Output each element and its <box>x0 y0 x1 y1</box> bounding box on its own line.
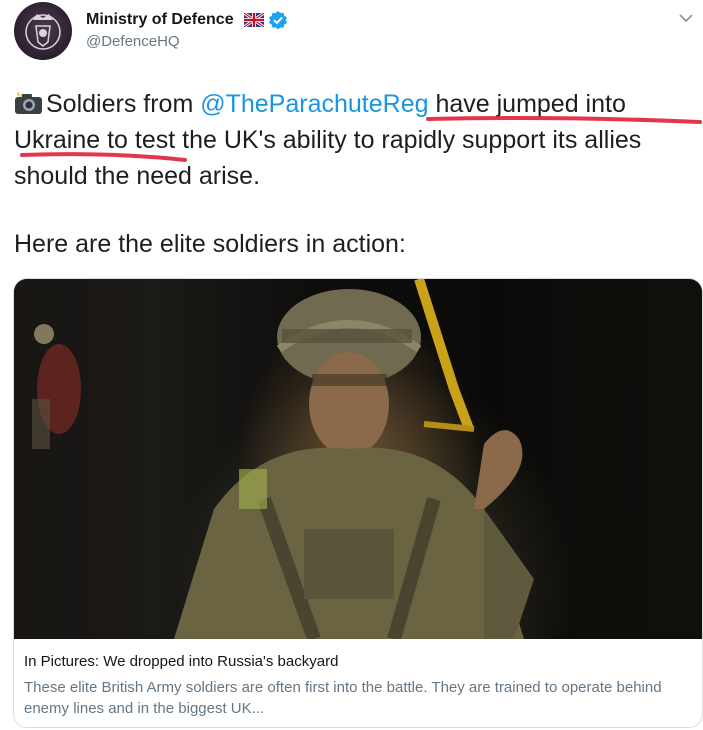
mention-link[interactable]: @TheParachuteReg <box>200 90 428 118</box>
card-title[interactable]: In Pictures: We dropped into Russia's ba… <box>24 653 338 670</box>
avatar[interactable] <box>14 2 72 60</box>
tweet-text-part-1: Soldiers from <box>46 90 201 118</box>
verified-badge-icon <box>269 11 287 30</box>
tweet: Ministry of Defence @DefenceHQ Soldiers … <box>0 0 703 730</box>
card-description: These elite British Army soldiers are of… <box>24 679 662 717</box>
author-display-name[interactable]: Ministry of Defence <box>86 11 234 29</box>
tweet-second-paragraph: Here are the elite soldiers in action: <box>14 230 406 258</box>
union-jack-flag-icon <box>244 13 264 27</box>
link-card[interactable]: In Pictures: We dropped into Russia's ba… <box>13 278 703 728</box>
crest-logo-icon <box>25 14 61 50</box>
tweet-text: Soldiers from @TheParachuteReg have jump… <box>14 86 696 194</box>
author-handle[interactable]: @DefenceHQ <box>86 33 180 50</box>
card-image[interactable] <box>14 279 702 642</box>
soldier-photo <box>14 279 702 642</box>
chevron-down-icon[interactable] <box>678 12 694 24</box>
camera-flash-emoji-icon <box>15 91 42 114</box>
